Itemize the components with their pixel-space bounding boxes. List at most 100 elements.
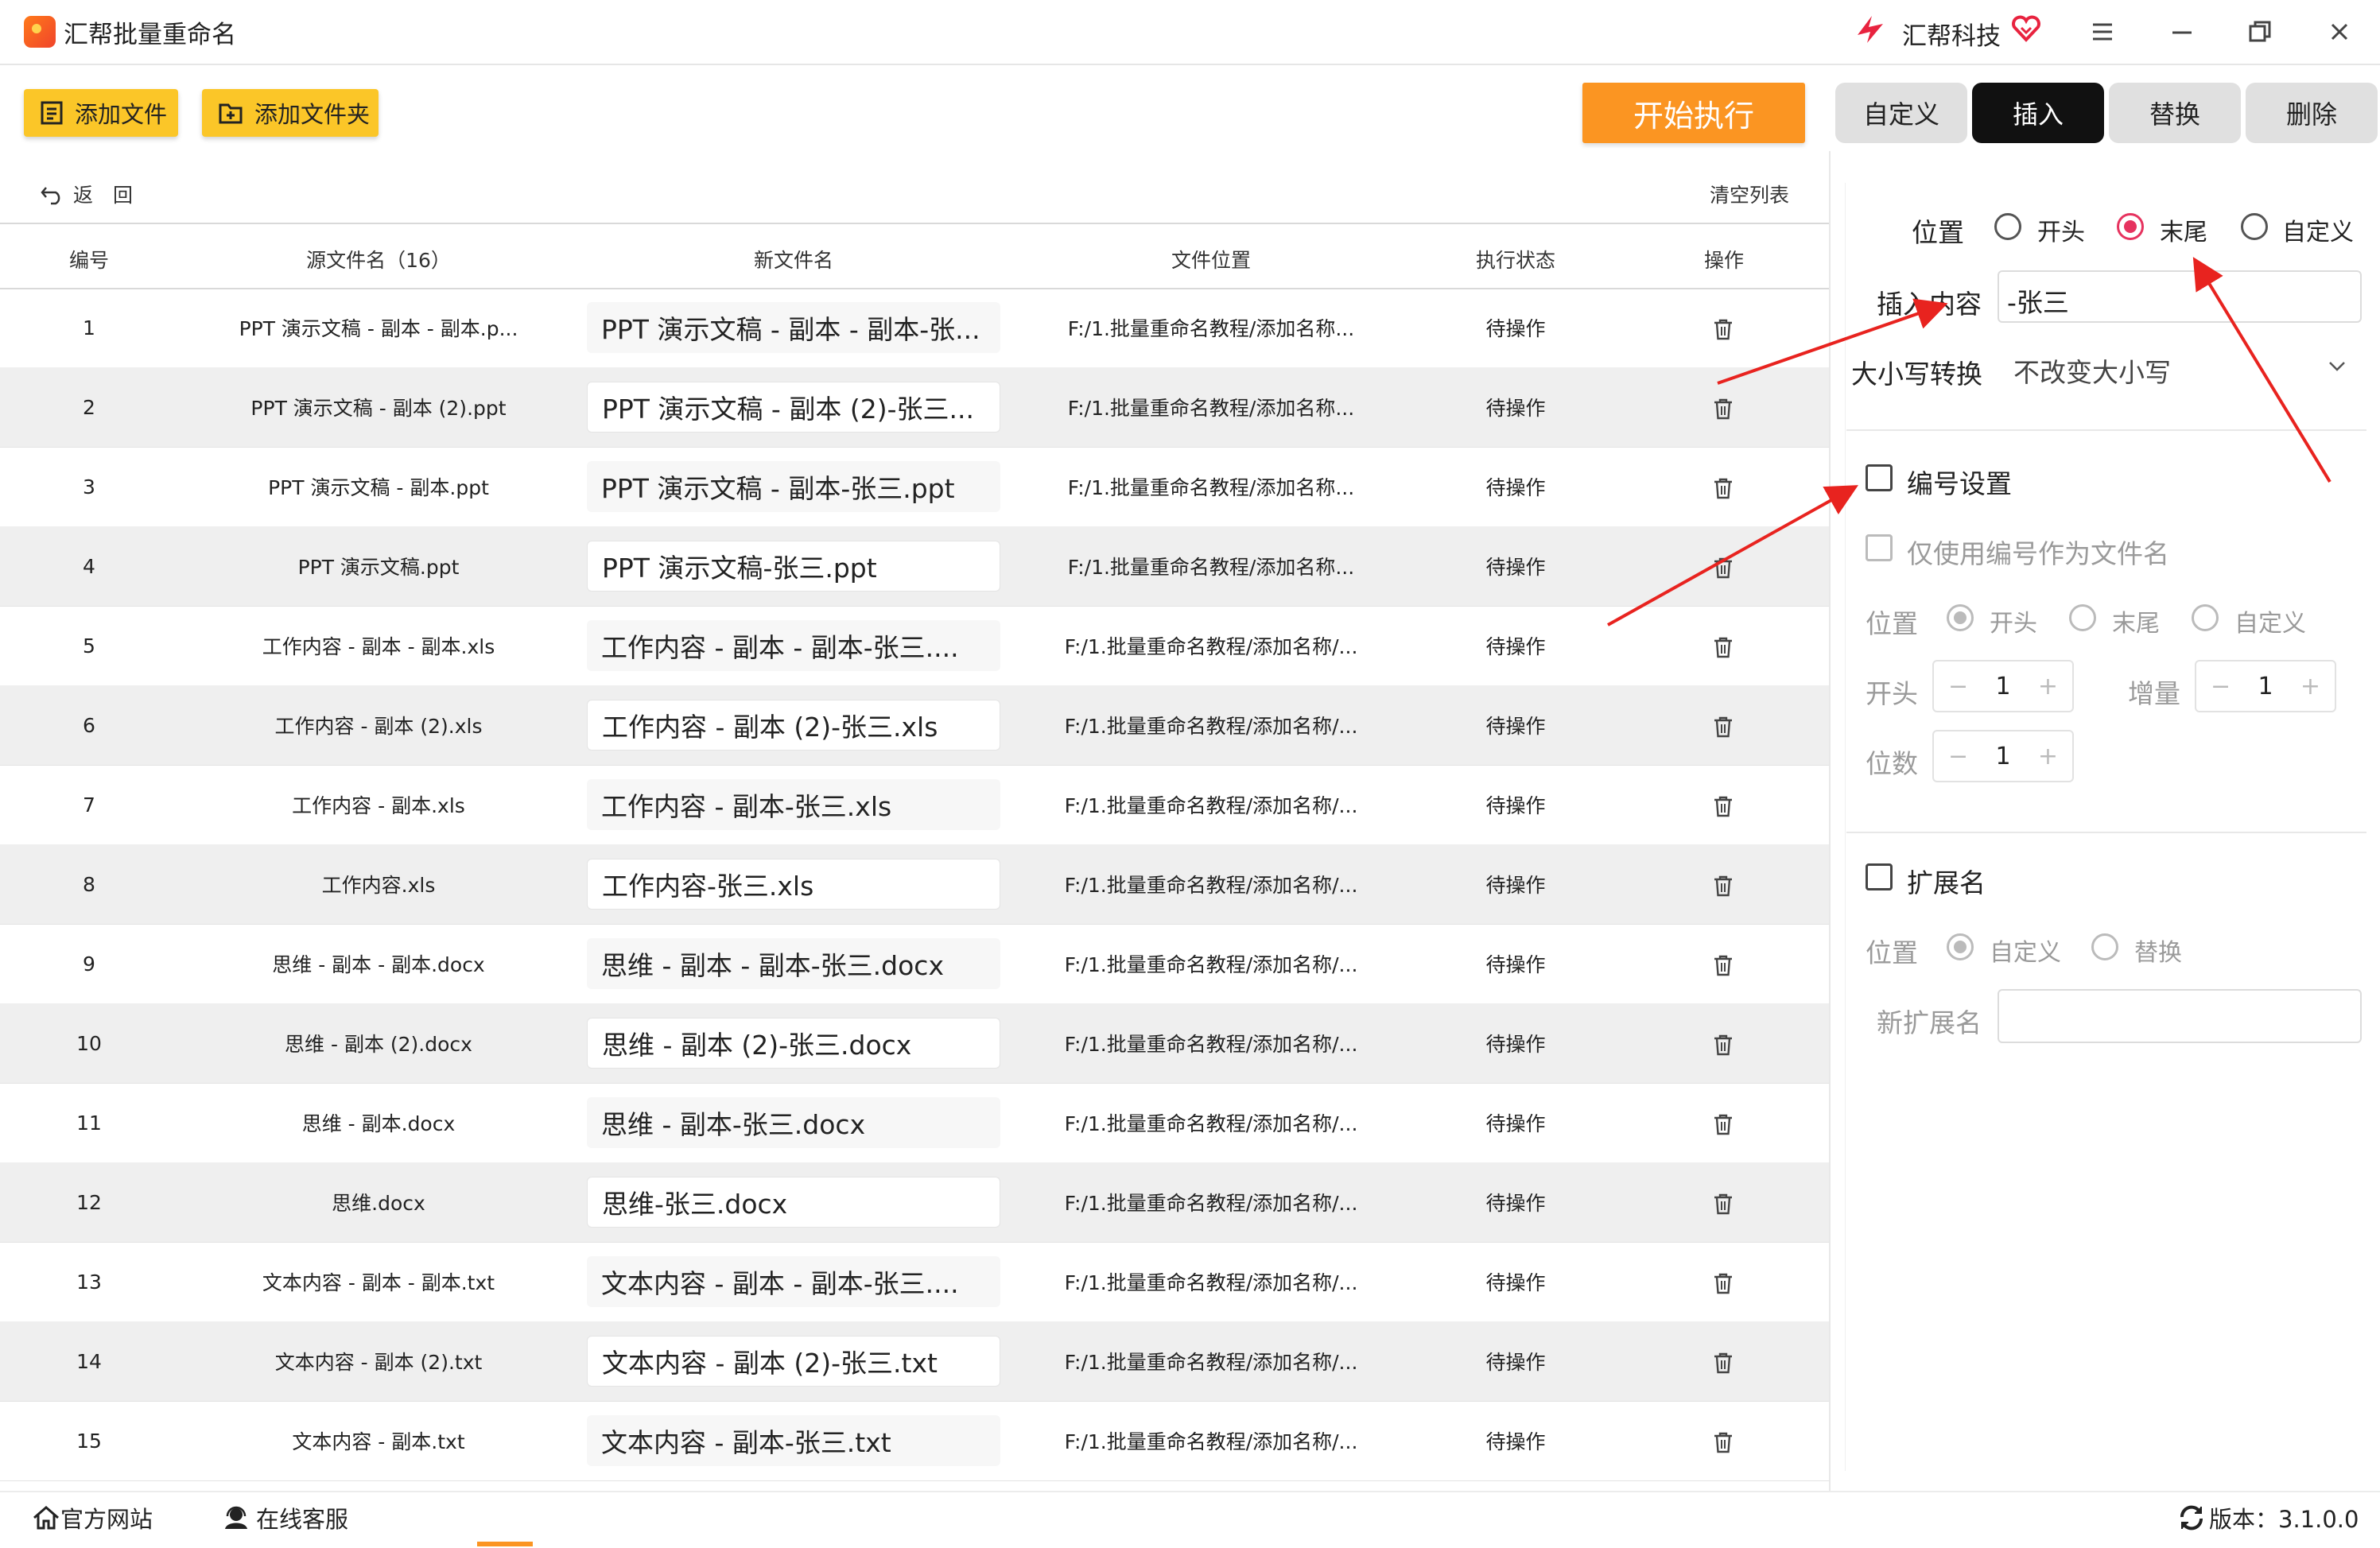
online-support-link[interactable]: 在线客服 bbox=[221, 1501, 348, 1534]
new-filename[interactable]: 工作内容-张三.xls bbox=[587, 859, 1000, 910]
only-number-checkbox[interactable] bbox=[1866, 534, 1893, 561]
trash-icon[interactable] bbox=[1713, 557, 1734, 579]
trash-icon[interactable] bbox=[1713, 954, 1734, 976]
new-filename[interactable]: 工作内容 - 副本 - 副本-张三.... bbox=[587, 620, 1000, 671]
table-row[interactable]: 14 文本内容 - 副本 (2).txt 文本内容 - 副本 (2)-张三.txt F… bbox=[0, 1321, 1829, 1402]
trash-icon[interactable] bbox=[1713, 477, 1734, 499]
new-filename[interactable]: 思维 - 副本 - 副本-张三.docx bbox=[587, 938, 1000, 989]
tab-insert[interactable]: 插入 bbox=[1972, 83, 2104, 143]
trash-icon[interactable] bbox=[1713, 318, 1734, 340]
clear-list-button[interactable]: 清空列表 bbox=[1710, 180, 1789, 208]
row-number: 8 bbox=[83, 872, 95, 896]
minus-icon[interactable]: − bbox=[1948, 743, 1968, 770]
official-website-link[interactable]: 官方网站 bbox=[32, 1501, 153, 1534]
new-filename[interactable]: 思维-张三.docx bbox=[587, 1177, 1000, 1228]
new-extension-label: 新扩展名 bbox=[1877, 1007, 1982, 1038]
start-button[interactable]: 开始执行 bbox=[1582, 83, 1805, 143]
tab-replace[interactable]: 替换 bbox=[2109, 83, 2241, 143]
trash-icon[interactable] bbox=[1713, 1034, 1734, 1056]
execution-status: 待操作 bbox=[1485, 874, 1546, 897]
new-filename[interactable]: 文本内容 - 副本 - 副本-张三.... bbox=[587, 1256, 1000, 1307]
table-row[interactable]: 10 思维 - 副本 (2).docx 思维 - 副本 (2)-张三.docx F:/… bbox=[0, 1003, 1829, 1084]
table-row[interactable]: 11 思维 - 副本.docx 思维 - 副本-张三.docx F:/1.批量重命名教… bbox=[0, 1083, 1829, 1163]
minus-icon[interactable]: − bbox=[2211, 673, 2231, 700]
table-row[interactable]: 13 文本内容 - 副本 - 副本.txt 文本内容 - 副本 - 副本-张三...… bbox=[0, 1242, 1829, 1322]
new-filename[interactable]: PPT 演示文稿-张三.ppt bbox=[587, 541, 1000, 592]
back-button[interactable]: 返 回 bbox=[40, 180, 133, 208]
table-row[interactable]: 9 思维 - 副本 - 副本.docx 思维 - 副本 - 副本-张三.docx F:… bbox=[0, 924, 1829, 1004]
trash-icon[interactable] bbox=[1713, 1113, 1734, 1135]
new-filename[interactable]: 文本内容 - 副本-张三.txt bbox=[587, 1415, 1000, 1466]
back-arrow-icon bbox=[41, 187, 60, 205]
file-location: F:/1.批量重命名教程/添加名称/... bbox=[1064, 1430, 1358, 1453]
insert-content-input[interactable]: -张三 bbox=[1998, 270, 2362, 323]
trash-icon[interactable] bbox=[1713, 398, 1734, 420]
table-row[interactable]: 7 工作内容 - 副本.xls 工作内容 - 副本-张三.xls F:/1.批量重命名… bbox=[0, 765, 1829, 845]
source-filename: 文本内容 - 副本.txt bbox=[292, 1430, 465, 1453]
increment-stepper[interactable]: − 1 + bbox=[2195, 660, 2336, 712]
new-filename[interactable]: 工作内容 - 副本 (2)-张三.xls bbox=[587, 700, 1000, 751]
menu-icon[interactable] bbox=[2083, 13, 2122, 51]
table-row[interactable]: 12 思维.docx 思维-张三.docx F:/1.批量重命名教程/添加名称/...… bbox=[0, 1162, 1829, 1243]
case-conversion-select[interactable]: 不改变大小写 bbox=[1998, 340, 2362, 394]
table-row[interactable]: 2 PPT 演示文稿 - 副本 (2).ppt PPT 演示文稿 - 副本 (2)-… bbox=[0, 367, 1829, 448]
numbering-radio-end[interactable] bbox=[2069, 604, 2096, 631]
version-info[interactable]: 版本：3.1.0.0 bbox=[2177, 1501, 2359, 1534]
footer-bar bbox=[0, 1491, 2380, 1548]
trash-icon[interactable] bbox=[1713, 636, 1734, 658]
file-location: F:/1.批量重命名教程/添加名称/... bbox=[1064, 953, 1358, 976]
extension-radio-custom[interactable] bbox=[1947, 933, 1974, 960]
new-filename[interactable]: 思维 - 副本-张三.docx bbox=[587, 1097, 1000, 1148]
table-row[interactable]: 5 工作内容 - 副本 - 副本.xls 工作内容 - 副本 - 副本-张三....… bbox=[0, 606, 1829, 686]
trash-icon[interactable] bbox=[1713, 875, 1734, 897]
position-radio-start[interactable] bbox=[1994, 213, 2021, 240]
start-stepper[interactable]: − 1 + bbox=[1932, 660, 2074, 712]
row-number: 6 bbox=[83, 713, 95, 737]
trash-icon[interactable] bbox=[1713, 1193, 1734, 1215]
new-filename[interactable]: PPT 演示文稿 - 副本 - 副本-张... bbox=[587, 302, 1000, 353]
table-row[interactable]: 8 工作内容.xls 工作内容-张三.xls F:/1.批量重命名教程/添加名称/..… bbox=[0, 844, 1829, 925]
numbering-checkbox[interactable] bbox=[1866, 464, 1893, 491]
close-icon[interactable] bbox=[2320, 13, 2359, 51]
numbering-radio-start[interactable] bbox=[1947, 604, 1974, 631]
digits-value: 1 bbox=[1995, 742, 2011, 770]
plus-icon[interactable]: + bbox=[2300, 673, 2320, 700]
extension-checkbox[interactable] bbox=[1866, 863, 1893, 890]
table-row[interactable]: 1 PPT 演示文稿 - 副本 - 副本.p... PPT 演示文稿 - 副本 - … bbox=[0, 288, 1829, 368]
new-filename[interactable]: 思维 - 副本 (2)-张三.docx bbox=[587, 1018, 1000, 1069]
digits-stepper[interactable]: − 1 + bbox=[1932, 730, 2074, 782]
table-row[interactable]: 6 工作内容 - 副本 (2).xls 工作内容 - 副本 (2)-张三.xls F:… bbox=[0, 685, 1829, 766]
add-file-button[interactable]: 添加文件 bbox=[24, 89, 178, 137]
new-filename[interactable]: 文本内容 - 副本 (2)-张三.txt bbox=[587, 1336, 1000, 1387]
new-filename[interactable]: 工作内容 - 副本-张三.xls bbox=[587, 779, 1000, 830]
new-filename[interactable]: PPT 演示文稿 - 副本 (2)-张三... bbox=[587, 382, 1000, 433]
tab-delete[interactable]: 删除 bbox=[2246, 83, 2378, 143]
trash-icon[interactable] bbox=[1713, 795, 1734, 817]
tab-custom[interactable]: 自定义 bbox=[1835, 83, 1967, 143]
source-filename: PPT 演示文稿 - 副本 - 副本.p... bbox=[239, 317, 518, 340]
plus-icon[interactable]: + bbox=[2038, 673, 2058, 700]
insert-content-value: -张三 bbox=[2007, 287, 2069, 318]
trash-icon[interactable] bbox=[1713, 1431, 1734, 1453]
source-filename: PPT 演示文稿.ppt bbox=[297, 556, 460, 579]
table-row[interactable]: 4 PPT 演示文稿.ppt PPT 演示文稿-张三.ppt F:/1.批量重命名教程… bbox=[0, 526, 1829, 607]
extension-radio-replace[interactable] bbox=[2091, 933, 2118, 960]
chevron-down-icon bbox=[2329, 362, 2345, 371]
position-radio-custom[interactable] bbox=[2241, 213, 2268, 240]
new-filename[interactable]: PPT 演示文稿 - 副本-张三.ppt bbox=[587, 461, 1000, 512]
new-extension-input[interactable] bbox=[1998, 989, 2362, 1043]
trash-icon[interactable] bbox=[1713, 1352, 1734, 1374]
table-row[interactable]: 3 PPT 演示文稿 - 副本.ppt PPT 演示文稿 - 副本-张三.ppt F:… bbox=[0, 447, 1829, 527]
execution-status: 待操作 bbox=[1485, 476, 1546, 499]
plus-icon[interactable]: + bbox=[2038, 743, 2058, 770]
minus-icon[interactable]: − bbox=[1948, 673, 1968, 700]
trash-icon[interactable] bbox=[1713, 716, 1734, 738]
numbering-radio-custom[interactable] bbox=[2192, 604, 2219, 631]
minimize-icon[interactable] bbox=[2163, 13, 2201, 51]
position-radio-end[interactable] bbox=[2117, 213, 2144, 240]
trash-icon[interactable] bbox=[1713, 1272, 1734, 1294]
heart-icon[interactable] bbox=[2010, 13, 2042, 45]
restore-icon[interactable] bbox=[2241, 13, 2279, 51]
table-row[interactable]: 15 文本内容 - 副本.txt 文本内容 - 副本-张三.txt F:/1.批量重命… bbox=[0, 1401, 1829, 1481]
add-folder-button[interactable]: 添加文件夹 bbox=[202, 89, 379, 137]
